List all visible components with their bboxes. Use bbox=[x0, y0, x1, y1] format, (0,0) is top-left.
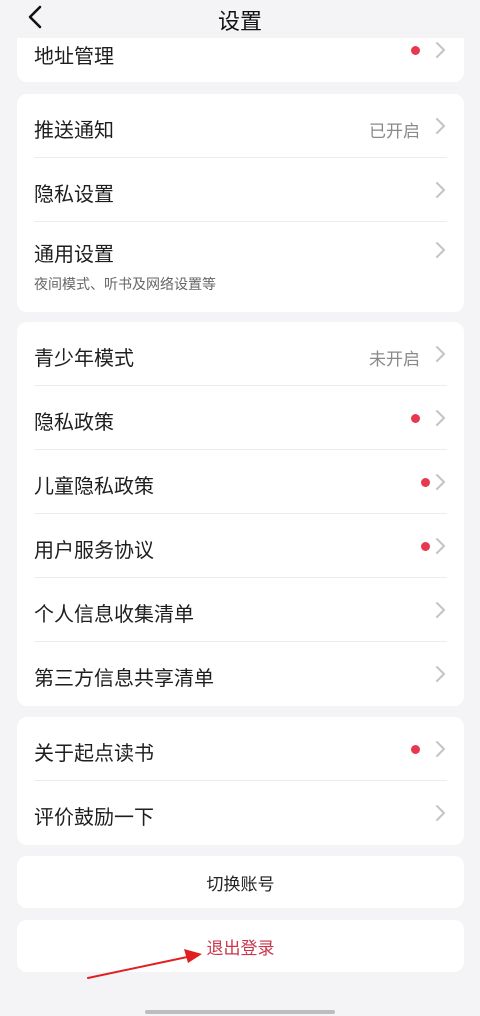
row-push-notifications[interactable]: 推送通知 已开启 bbox=[17, 94, 464, 158]
card-policies: 青少年模式 未开启 隐私政策 儿童隐私政策 用户服务协议 个人信息收集清单 第三… bbox=[17, 322, 464, 706]
new-badge-dot bbox=[411, 46, 420, 55]
home-indicator bbox=[145, 1010, 335, 1014]
chevron-right-icon bbox=[436, 666, 445, 682]
card-notifications: 推送通知 已开启 隐私设置 通用设置 夜间模式、听书及网络设置等 bbox=[17, 94, 464, 312]
row-address-label: 地址管理 bbox=[34, 44, 114, 68]
row-third-party-list[interactable]: 第三方信息共享清单 bbox=[17, 642, 464, 706]
row-general-label: 通用设置 bbox=[34, 242, 114, 266]
row-push-label: 推送通知 bbox=[34, 118, 114, 142]
row-push-value: 已开启 bbox=[369, 122, 420, 142]
new-badge-dot bbox=[411, 745, 420, 754]
new-badge-dot bbox=[421, 478, 430, 487]
card-about: 关于起点读书 评价鼓励一下 bbox=[17, 717, 464, 845]
row-personal-info-label: 个人信息收集清单 bbox=[34, 602, 194, 626]
chevron-right-icon bbox=[436, 410, 445, 426]
row-privacy-policy[interactable]: 隐私政策 bbox=[17, 386, 464, 450]
row-general-settings[interactable]: 通用设置 夜间模式、听书及网络设置等 bbox=[17, 222, 464, 312]
switch-account-button[interactable]: 切换账号 bbox=[17, 856, 464, 908]
chevron-right-icon bbox=[436, 474, 445, 490]
page-title: 设置 bbox=[217, 10, 262, 35]
row-third-party-label: 第三方信息共享清单 bbox=[34, 666, 214, 690]
row-rate-label: 评价鼓励一下 bbox=[34, 805, 154, 829]
row-privacy-settings-label: 隐私设置 bbox=[34, 182, 114, 206]
chevron-right-icon bbox=[436, 741, 445, 757]
row-youth-mode[interactable]: 青少年模式 未开启 bbox=[17, 322, 464, 386]
chevron-right-icon bbox=[436, 805, 445, 821]
row-youth-value: 未开启 bbox=[369, 350, 420, 370]
new-badge-dot bbox=[421, 542, 430, 551]
row-child-privacy-label: 儿童隐私政策 bbox=[34, 474, 154, 498]
new-badge-dot bbox=[411, 414, 420, 423]
row-youth-label: 青少年模式 bbox=[34, 346, 134, 370]
row-about[interactable]: 关于起点读书 bbox=[17, 717, 464, 781]
annotation-arrow-icon bbox=[87, 949, 202, 979]
row-privacy-policy-label: 隐私政策 bbox=[34, 410, 114, 434]
chevron-right-icon bbox=[436, 538, 445, 554]
row-about-label: 关于起点读书 bbox=[34, 741, 154, 765]
chevron-right-icon bbox=[436, 346, 445, 362]
row-child-privacy-policy[interactable]: 儿童隐私政策 bbox=[17, 450, 464, 514]
chevron-right-icon bbox=[436, 118, 445, 134]
row-rate[interactable]: 评价鼓励一下 bbox=[17, 781, 464, 845]
row-general-subtitle: 夜间模式、听书及网络设置等 bbox=[34, 277, 216, 293]
chevron-right-icon bbox=[436, 182, 445, 198]
chevron-right-icon bbox=[436, 602, 445, 618]
chevron-right-icon bbox=[436, 242, 445, 258]
row-user-agreement[interactable]: 用户服务协议 bbox=[17, 514, 464, 578]
top-bar: 设置 bbox=[0, 0, 480, 38]
chevron-right-icon bbox=[436, 42, 445, 58]
row-privacy-settings[interactable]: 隐私设置 bbox=[17, 158, 464, 222]
row-user-agreement-label: 用户服务协议 bbox=[34, 538, 154, 562]
row-personal-info-list[interactable]: 个人信息收集清单 bbox=[17, 578, 464, 642]
